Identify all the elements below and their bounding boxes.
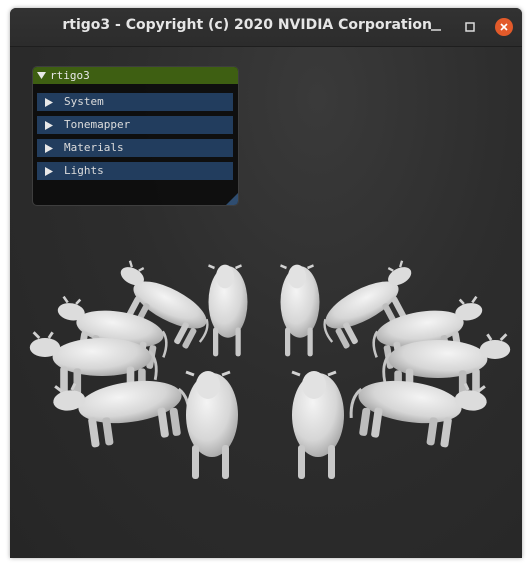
window-title: rtigo3 - Copyright (c) 2020 NVIDIA Corpo…	[62, 17, 432, 33]
close-icon	[500, 23, 508, 31]
close-button[interactable]	[494, 17, 514, 37]
panel-title: rtigo3	[50, 69, 90, 82]
resize-grip[interactable]	[226, 193, 238, 205]
triangle-right-icon	[45, 120, 53, 130]
minimize-icon	[431, 29, 441, 31]
triangle-down-icon	[37, 72, 46, 79]
panel-item-label: Tonemapper	[64, 118, 131, 131]
panel-item-label: Lights	[64, 164, 104, 177]
close-button-circle	[495, 18, 513, 36]
cow-models	[28, 258, 512, 481]
triangle-right-icon	[45, 143, 53, 153]
title-bar[interactable]: rtigo3 - Copyright (c) 2020 NVIDIA Corpo…	[10, 8, 522, 47]
panel-item-tonemapper[interactable]: Tonemapper	[37, 116, 233, 134]
minimize-button[interactable]	[426, 17, 446, 37]
panel-item-lights[interactable]: Lights	[37, 162, 233, 180]
rtigo3-panel[interactable]: rtigo3 System Tonemapper Materials Light…	[32, 66, 239, 206]
panel-item-materials[interactable]: Materials	[37, 139, 233, 157]
panel-header[interactable]: rtigo3	[33, 67, 238, 84]
render-viewport[interactable]: rtigo3 System Tonemapper Materials Light…	[10, 47, 522, 558]
panel-item-label: System	[64, 95, 104, 108]
triangle-right-icon	[45, 166, 53, 176]
app-window: rtigo3 - Copyright (c) 2020 NVIDIA Corpo…	[10, 8, 522, 558]
panel-item-system[interactable]: System	[37, 93, 233, 111]
triangle-right-icon	[45, 97, 53, 107]
maximize-button[interactable]	[460, 17, 480, 37]
maximize-icon	[465, 22, 475, 32]
panel-item-label: Materials	[64, 141, 124, 154]
